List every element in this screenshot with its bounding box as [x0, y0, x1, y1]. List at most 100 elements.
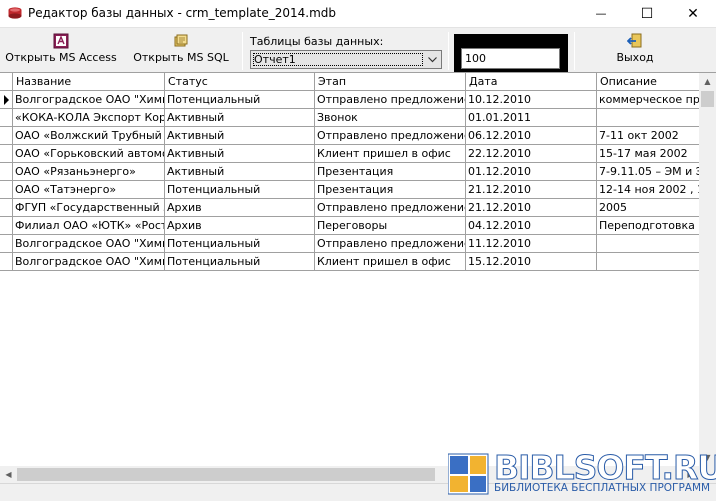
cell-name[interactable]: ФГУП «Государственный завод»: [13, 199, 165, 217]
cell-stage[interactable]: Отправлено предложение: [315, 127, 466, 145]
cell-status[interactable]: Архив: [165, 199, 315, 217]
exit-button[interactable]: Выход: [608, 33, 662, 69]
column-header-status[interactable]: Статус: [165, 73, 315, 91]
cell-status[interactable]: Потенциальный: [165, 181, 315, 199]
row-indicator[interactable]: [0, 163, 13, 181]
cell-status[interactable]: Потенциальный: [165, 253, 315, 271]
cell-name[interactable]: Волгоградское ОАО "Химпром": [13, 91, 165, 109]
cell-date[interactable]: 10.12.2010: [466, 91, 597, 109]
maximize-icon: ☐: [640, 5, 654, 22]
cell-status[interactable]: Активный: [165, 145, 315, 163]
cell-stage[interactable]: Презентация: [315, 163, 466, 181]
close-icon: ✕: [687, 5, 699, 22]
row-indicator[interactable]: [0, 127, 13, 145]
cell-name[interactable]: ОАО «Волжский Трубный Завод»: [13, 127, 165, 145]
column-header-date[interactable]: Дата: [466, 73, 597, 91]
open-sql-button[interactable]: Открыть MS SQL: [130, 33, 232, 69]
row-indicator[interactable]: [0, 145, 13, 163]
minimize-button[interactable]: —: [578, 0, 624, 27]
chevron-down-icon[interactable]: [424, 51, 441, 68]
row-indicator[interactable]: [0, 109, 13, 127]
cell-stage[interactable]: Презентация: [315, 181, 466, 199]
cell-description[interactable]: 2005: [597, 199, 700, 217]
table-row[interactable]: «КОКА-КОЛА Экспорт Корпорейшн»АктивныйЗв…: [0, 109, 700, 127]
window-title: Редактор базы данных - crm_template_2014…: [28, 6, 337, 20]
cell-description[interactable]: 7-11 окт 2002: [597, 127, 700, 145]
cell-description[interactable]: коммерческое предложение: [597, 91, 700, 109]
table-row[interactable]: ОАО «Горьковский автомобильный завод»Акт…: [0, 145, 700, 163]
cell-description[interactable]: [597, 235, 700, 253]
cell-date[interactable]: 21.12.2010: [466, 199, 597, 217]
cell-description[interactable]: [597, 109, 700, 127]
cell-name[interactable]: Волгоградское ОАО "Химпром": [13, 253, 165, 271]
cell-description[interactable]: 7-9.11.05 – ЭМ и ЭО: [597, 163, 700, 181]
exit-label: Выход: [616, 51, 654, 64]
cell-description[interactable]: 12-14 ноя 2002 , 17-19 ноя: [597, 181, 700, 199]
column-header-name[interactable]: Название: [13, 73, 165, 91]
cell-stage[interactable]: Отправлено предложение: [315, 235, 466, 253]
cell-name[interactable]: ОАО «Рязаньэнерго»: [13, 163, 165, 181]
cell-status[interactable]: Архив: [165, 217, 315, 235]
cell-name[interactable]: ОАО «Горьковский автомобильный завод»: [13, 145, 165, 163]
cell-description[interactable]: Переподготовка: [597, 217, 700, 235]
maximize-button[interactable]: ☐: [624, 0, 670, 27]
table-row[interactable]: ФГУП «Государственный завод»АрхивОтправл…: [0, 199, 700, 217]
cell-date[interactable]: 22.12.2010: [466, 145, 597, 163]
row-indicator[interactable]: [0, 235, 13, 253]
cell-name[interactable]: «КОКА-КОЛА Экспорт Корпорейшн»: [13, 109, 165, 127]
row-indicator[interactable]: [0, 181, 13, 199]
table-row[interactable]: ОАО «Рязаньэнерго» Активный Презентация 01.…: [0, 163, 700, 181]
cell-status[interactable]: Активный: [165, 109, 315, 127]
table-row[interactable]: Волгоградское ОАО "Химпром"Потенциальный…: [0, 235, 700, 253]
title-bar: Редактор базы данных - crm_template_2014…: [0, 0, 716, 27]
cell-stage[interactable]: Клиент пришел в офис: [315, 145, 466, 163]
cell-stage[interactable]: Переговоры: [315, 217, 466, 235]
scroll-left-icon[interactable]: ◀: [0, 466, 17, 483]
cell-date[interactable]: 15.12.2010: [466, 253, 597, 271]
number-input[interactable]: [461, 48, 560, 69]
table-row[interactable]: Филиал ОАО «ЮТК» «Ростелеком»АрхивПерего…: [0, 217, 700, 235]
cell-date[interactable]: 01.12.2010: [466, 163, 597, 181]
cell-status[interactable]: Потенциальный: [165, 235, 315, 253]
table-row[interactable]: Волгоградское ОАО "Химпром"Потенциальный…: [0, 253, 700, 271]
open-access-button[interactable]: Открыть MS Access: [4, 33, 118, 69]
row-indicator[interactable]: [0, 91, 13, 109]
grid-header: Название Статус Этап Дата Описание: [0, 73, 700, 91]
column-header-description[interactable]: Описание: [597, 73, 700, 91]
horizontal-scroll-thumb[interactable]: [17, 468, 435, 481]
close-button[interactable]: ✕: [670, 0, 716, 27]
watermark-tagline: БИБЛИОТЕКА БЕСПЛАТНЫХ ПРОГРАММ: [494, 482, 711, 494]
cell-description[interactable]: 15-17 мая 2002: [597, 145, 700, 163]
column-header-stage[interactable]: Этап: [315, 73, 466, 91]
toolbar-separator: [242, 32, 243, 70]
cell-status[interactable]: Активный: [165, 127, 315, 145]
cell-description[interactable]: [597, 253, 700, 271]
cell-date[interactable]: 11.12.2010: [466, 235, 597, 253]
cell-date[interactable]: 04.12.2010: [466, 217, 597, 235]
cell-name[interactable]: Филиал ОАО «ЮТК» «Ростелеком»: [13, 217, 165, 235]
vertical-scroll-thumb[interactable]: [701, 91, 714, 107]
scroll-up-icon[interactable]: ▲: [699, 73, 716, 90]
cell-date[interactable]: 21.12.2010: [466, 181, 597, 199]
table-row[interactable]: ОАО «Волжский Трубный Завод»АктивныйОтпр…: [0, 127, 700, 145]
cell-status[interactable]: Потенциальный: [165, 91, 315, 109]
row-indicator[interactable]: [0, 253, 13, 271]
table-row[interactable]: ОАО «Татэнерго» Потенциальный Презентация 2…: [0, 181, 700, 199]
cell-date[interactable]: 06.12.2010: [466, 127, 597, 145]
tables-dropdown[interactable]: Отчет1: [250, 50, 442, 69]
table-row[interactable]: Волгоградское ОАО "Химпром"Потенциальный…: [0, 91, 700, 109]
row-indicator[interactable]: [0, 199, 13, 217]
cell-stage[interactable]: Звонок: [315, 109, 466, 127]
cell-date[interactable]: 01.01.2011: [466, 109, 597, 127]
cell-stage[interactable]: Отправлено предложение: [315, 91, 466, 109]
vertical-scrollbar[interactable]: ▲ ▼: [699, 73, 716, 466]
row-indicator[interactable]: [0, 217, 13, 235]
data-grid[interactable]: Название Статус Этап Дата Описание Волго…: [0, 72, 716, 483]
cell-stage[interactable]: Отправлено предложение: [315, 199, 466, 217]
cell-name[interactable]: ОАО «Татэнерго»: [13, 181, 165, 199]
open-access-label: Открыть MS Access: [5, 51, 117, 64]
cell-stage[interactable]: Клиент пришел в офис: [315, 253, 466, 271]
cell-status[interactable]: Активный: [165, 163, 315, 181]
cell-name[interactable]: Волгоградское ОАО "Химпром": [13, 235, 165, 253]
row-indicator-header: [0, 73, 13, 91]
